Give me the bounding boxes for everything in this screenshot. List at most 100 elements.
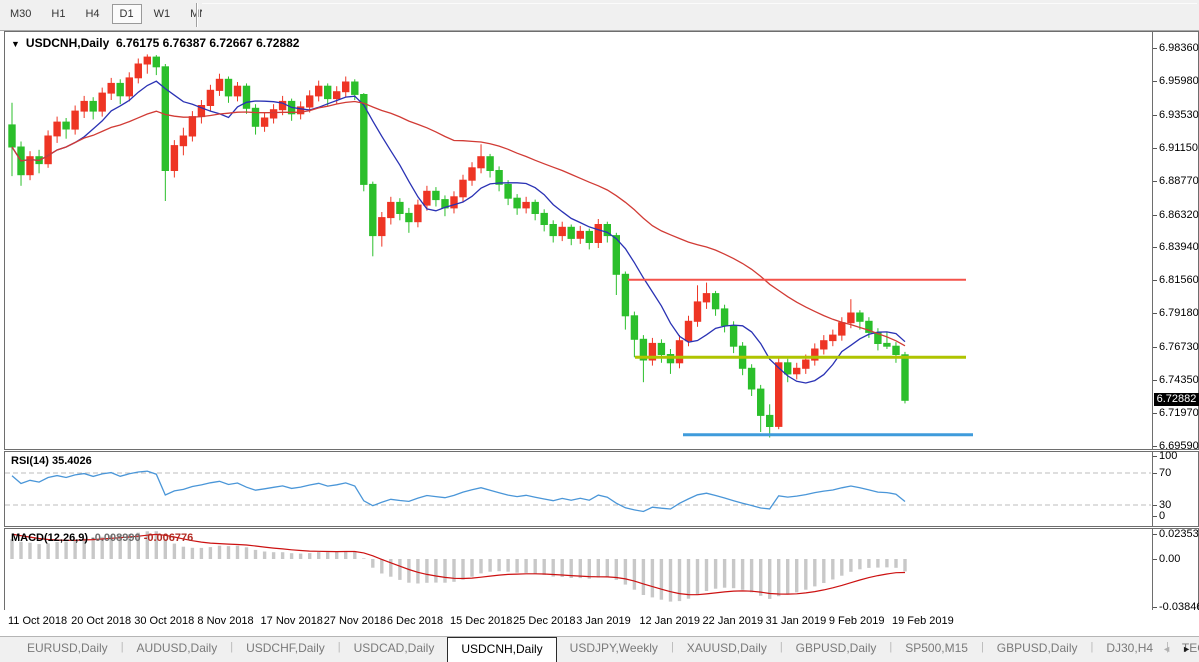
candle: [225, 79, 231, 96]
chart-tab-eurusd[interactable]: EURUSD,Daily: [14, 637, 121, 662]
candle: [514, 198, 520, 208]
symbol-dropdown-icon[interactable]: ▼: [11, 39, 20, 49]
date-axis[interactable]: 11 Oct 201820 Oct 201830 Oct 20188 Nov 2…: [4, 610, 1199, 636]
candle: [532, 202, 538, 213]
candle: [748, 368, 754, 389]
candle: [424, 191, 430, 205]
macd-axis-label: 0.023534: [1159, 528, 1199, 540]
candle: [307, 96, 313, 107]
candle: [730, 326, 736, 347]
candle: [631, 316, 637, 340]
candle: [189, 117, 195, 136]
candle: [622, 274, 628, 316]
candle: [803, 360, 809, 368]
price-axis-tick: [1153, 280, 1157, 281]
tab-scroll-left-icon[interactable]: ◄: [1158, 644, 1175, 654]
candle: [334, 92, 340, 99]
chart-tab-dj30[interactable]: DJ30,H4: [1093, 637, 1166, 662]
price-axis-tick: [1153, 148, 1157, 149]
chart-tab-usdcad[interactable]: USDCAD,Daily: [341, 637, 448, 662]
candle: [261, 118, 267, 126]
current-price-badge: 6.72882: [1154, 393, 1199, 406]
price-axis-tick: [1153, 446, 1157, 447]
chart-tabs: EURUSD,Daily|AUDUSD,Daily|USDCHF,Daily|U…: [14, 637, 1199, 662]
candle: [207, 90, 213, 105]
price-axis-label: 6.83940: [1159, 241, 1199, 253]
rsi-axis-label: 70: [1159, 467, 1171, 479]
price-axis-tick: [1153, 215, 1157, 216]
candle: [821, 341, 827, 349]
rsi-value: 35.4026: [52, 455, 92, 467]
rsi-axis-label: 100: [1159, 450, 1177, 462]
candle: [9, 125, 15, 147]
candle: [478, 157, 484, 168]
candle: [270, 110, 276, 118]
chart-title-ohlc: 6.76175 6.76387 6.72667 6.72882: [116, 36, 300, 50]
rsi-panel: RSI(14) 35.4026 10070300: [4, 451, 1199, 527]
candle: [252, 108, 258, 126]
candle: [370, 184, 376, 235]
chart-tab-audusd[interactable]: AUDUSD,Daily: [124, 637, 231, 662]
candle: [99, 93, 105, 111]
price-axis-label: 6.86320: [1159, 209, 1199, 221]
candle: [126, 78, 132, 96]
candle: [685, 321, 691, 340]
chart-tab-sp500[interactable]: SP500,M15: [892, 637, 981, 662]
candle: [758, 389, 764, 415]
macd-axis-tick: [1153, 534, 1157, 535]
macd-main-value: -0.008990: [91, 532, 141, 544]
timeframe-button-h1[interactable]: H1: [43, 4, 73, 24]
price-axis-tick: [1153, 380, 1157, 381]
timeframe-button-w1[interactable]: W1: [146, 4, 179, 24]
candle: [541, 213, 547, 224]
candle: [180, 136, 186, 146]
candle: [108, 83, 114, 93]
macd-axis-tick: [1153, 559, 1157, 560]
timeframe-button-d1[interactable]: D1: [112, 4, 142, 24]
price-axis-label: 6.91150: [1159, 142, 1198, 154]
chart-tab-gbpusd[interactable]: GBPUSD,Daily: [783, 637, 890, 662]
date-axis-label: 15 Dec 2018: [450, 615, 512, 627]
rsi-axis[interactable]: 10070300: [1152, 452, 1198, 526]
price-axis-tick: [1153, 48, 1157, 49]
timeframe-toolbar: M30H1H4D1W1MN: [0, 0, 1199, 31]
macd-axis-label: 0.00: [1159, 553, 1180, 565]
candle: [72, 111, 78, 129]
rsi-plot[interactable]: [5, 452, 1151, 524]
macd-axis-tick: [1153, 607, 1157, 608]
candle: [171, 146, 177, 171]
candle: [577, 231, 583, 238]
candle: [388, 202, 394, 217]
moving-average: [12, 102, 905, 346]
date-axis-label: 25 Dec 2018: [513, 615, 575, 627]
candle: [523, 202, 529, 208]
price-axis-tick: [1153, 413, 1157, 414]
candle: [703, 294, 709, 302]
date-axis-label: 19 Feb 2019: [892, 615, 954, 627]
date-axis-label: 22 Jan 2019: [703, 615, 764, 627]
candle: [45, 136, 51, 164]
price-chart-plot[interactable]: [5, 32, 1151, 447]
candle: [839, 323, 845, 335]
chart-tab-xauusd[interactable]: XAUUSD,Daily: [674, 637, 780, 662]
chart-tab-usdchf[interactable]: USDCHF,Daily: [233, 637, 338, 662]
chart-tab-usdjpy[interactable]: USDJPY,Weekly: [557, 637, 671, 662]
chart-tab-usdcnh-active[interactable]: USDCNH,Daily: [447, 637, 556, 662]
timeframe-button-h4[interactable]: H4: [77, 4, 107, 24]
price-axis-tick: [1153, 115, 1157, 116]
candle: [776, 363, 782, 427]
candle: [857, 313, 863, 321]
price-axis[interactable]: 6.72882 6.983606.959806.935306.911506.88…: [1152, 32, 1198, 449]
macd-axis[interactable]: 0.0235340.00-0.038466: [1152, 529, 1198, 611]
candle: [216, 79, 222, 90]
price-axis-label: 6.95980: [1159, 75, 1199, 87]
tab-scroll-right-icon[interactable]: ►: [1178, 644, 1195, 654]
candle: [785, 363, 791, 374]
price-axis-tick: [1153, 81, 1157, 82]
candle: [343, 82, 349, 92]
rsi-axis-tick: [1153, 505, 1157, 506]
date-axis-label: 17 Nov 2018: [261, 615, 323, 627]
timeframe-button-m30[interactable]: M30: [2, 4, 39, 24]
chart-tab-gbpusd[interactable]: GBPUSD,Daily: [984, 637, 1091, 662]
rsi-axis-tick: [1153, 456, 1157, 457]
